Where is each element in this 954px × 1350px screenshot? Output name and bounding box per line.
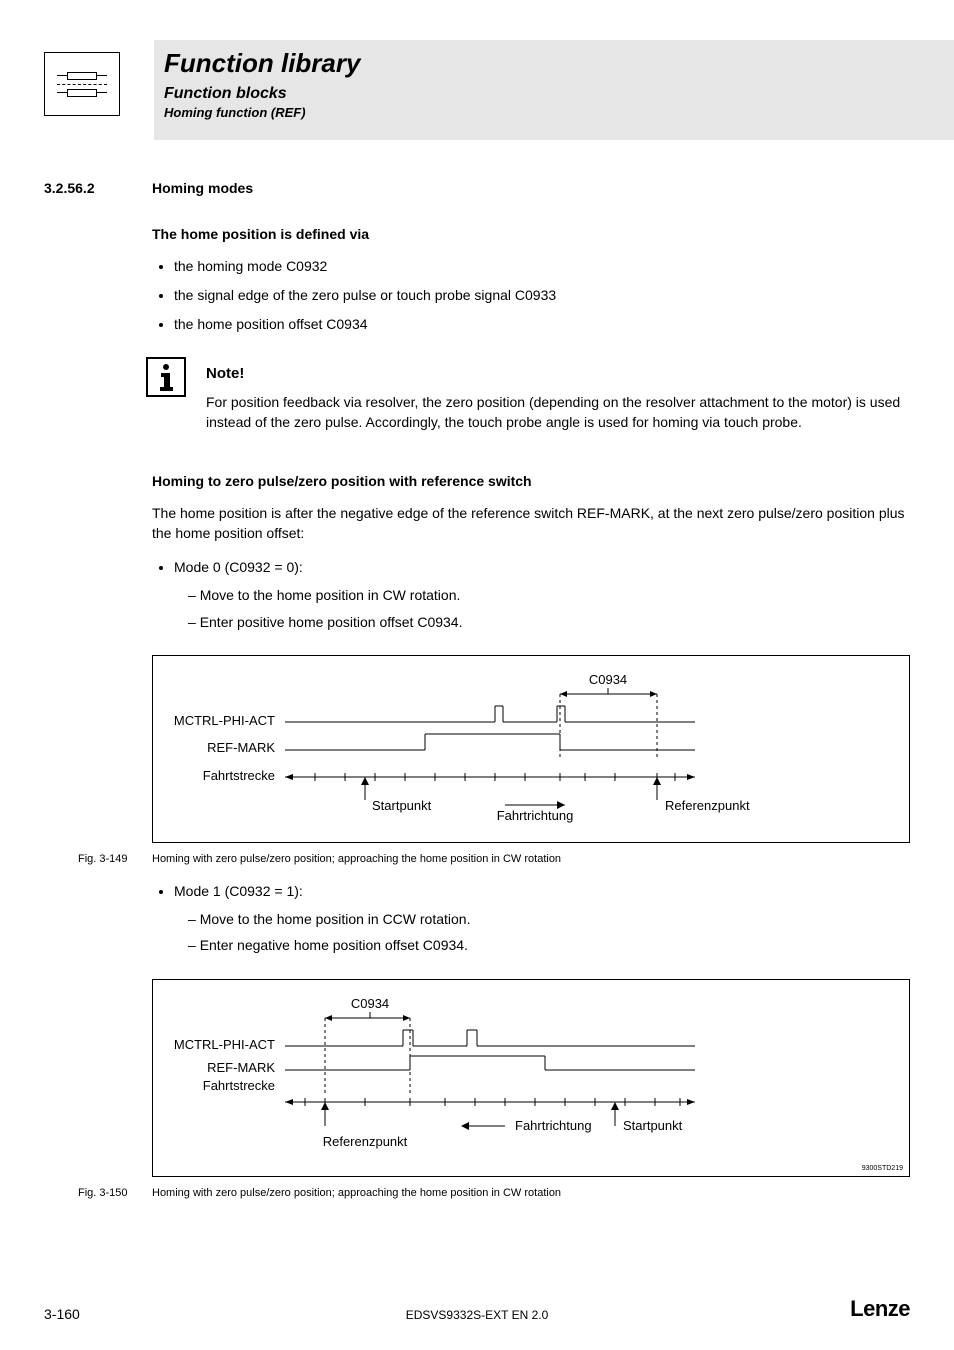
fig2-refmark: REF-MARK	[207, 1060, 275, 1075]
fig2-c0934: C0934	[351, 996, 389, 1011]
mode1-list: Mode 1 (C0932 = 1): Move to the home pos…	[152, 881, 910, 957]
list-item: Move to the home position in CW rotation…	[188, 584, 910, 606]
figure-2: C0934 MCTRL-PHI-ACT	[152, 979, 910, 1177]
zeropulse-heading: Homing to zero pulse/zero position with …	[152, 473, 910, 489]
list-item: Enter negative home position offset C093…	[188, 934, 910, 956]
fig2-num: Fig. 3-150	[78, 1187, 128, 1199]
fig1-caption: Homing with zero pulse/zero position; ap…	[152, 853, 561, 865]
list-item: Move to the home position in CCW rotatio…	[188, 908, 910, 930]
header-bar: Function library Function blocks Homing …	[154, 40, 954, 140]
fig1-num: Fig. 3-149	[78, 853, 128, 865]
fig1-fahrtstrecke: Fahrtstrecke	[203, 768, 275, 783]
list-item: the signal edge of the zero pulse or tou…	[174, 285, 910, 306]
page: Function library Function blocks Homing …	[0, 0, 954, 1350]
fig1-startpunkt: Startpunkt	[372, 798, 432, 813]
list-item: Mode 0 (C0932 = 0): Move to the home pos…	[174, 557, 910, 633]
list-item: the home position offset C0934	[174, 314, 910, 335]
fig1-c0934: C0934	[589, 672, 627, 687]
page-number: 3-160	[44, 1306, 80, 1322]
list-item: Mode 1 (C0932 = 1): Move to the home pos…	[174, 881, 910, 957]
fig1-refmark: REF-MARK	[207, 740, 275, 755]
list-item: Enter positive home position offset C093…	[188, 611, 910, 633]
fig2-code: 9300STD219	[862, 1165, 903, 1172]
fig2-fahrtrichtung: Fahrtrichtung	[515, 1118, 592, 1133]
figure-1: C0934 MCTRL-PHI-ACT	[152, 655, 910, 843]
header-subtitle: Function blocks	[164, 85, 360, 103]
fig1-fahrtrichtung: Fahrtrichtung	[497, 808, 574, 823]
section-number: 3.2.56.2	[44, 180, 124, 196]
note-body: For position feedback via resolver, the …	[206, 392, 910, 433]
note-title: Note!	[206, 365, 910, 382]
fig2-mctrl: MCTRL-PHI-ACT	[174, 1037, 275, 1052]
mode0-label: Mode 0 (C0932 = 0):	[174, 559, 303, 575]
info-icon	[146, 357, 186, 397]
brand-logo: Lenze	[850, 1296, 910, 1322]
fig1-mctrl: MCTRL-PHI-ACT	[174, 713, 275, 728]
mode1-label: Mode 1 (C0932 = 1):	[174, 883, 303, 899]
list-item: the homing mode C0932	[174, 256, 910, 277]
section-title: Homing modes	[152, 180, 253, 196]
header-subsubtitle: Homing function (REF)	[164, 105, 360, 120]
mode0-list: Mode 0 (C0932 = 0): Move to the home pos…	[152, 557, 910, 633]
fig2-caption: Homing with zero pulse/zero position; ap…	[152, 1187, 561, 1199]
footer: 3-160 EDSVS9332S-EXT EN 2.0 Lenze	[44, 1296, 910, 1322]
fig2-fahrtstrecke: Fahrtstrecke	[203, 1078, 275, 1093]
doc-id: EDSVS9332S-EXT EN 2.0	[406, 1308, 549, 1322]
intro-heading: The home position is defined via	[152, 226, 910, 242]
intro-bullets: the homing mode C0932 the signal edge of…	[152, 256, 910, 335]
zeropulse-para: The home position is after the negative …	[152, 503, 910, 544]
fig1-referenzpunkt: Referenzpunkt	[665, 798, 750, 813]
fig2-startpunkt: Startpunkt	[623, 1118, 683, 1133]
header-title: Function library	[164, 48, 360, 79]
fig2-referenzpunkt: Referenzpunkt	[323, 1134, 408, 1149]
header-icon	[44, 52, 120, 116]
note-block: Note! For position feedback via resolver…	[146, 357, 910, 447]
